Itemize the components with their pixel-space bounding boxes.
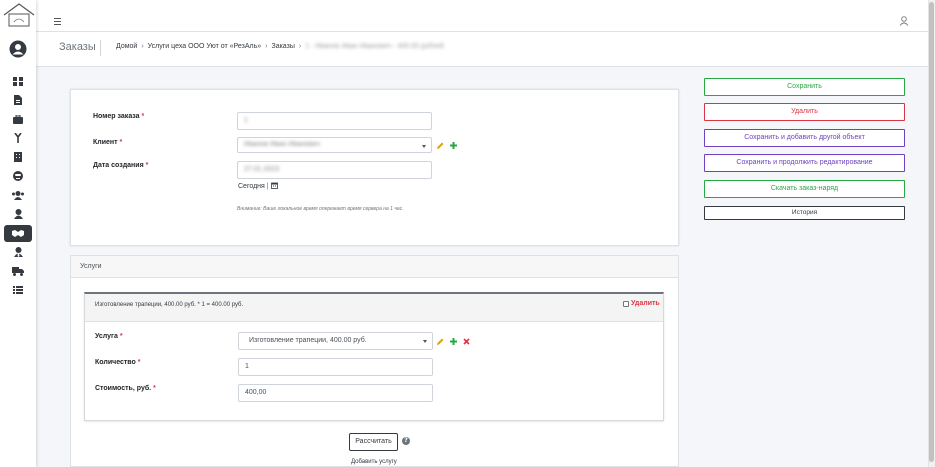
service-select[interactable]: Изготовление трапеции, 400.00 руб. — [238, 332, 433, 350]
add-plus-icon[interactable] — [450, 142, 457, 149]
chevron-down-icon — [422, 145, 426, 148]
chevron-down-icon — [423, 340, 427, 343]
help-icon[interactable]: ? — [402, 437, 410, 445]
list-icon[interactable] — [0, 282, 36, 298]
order-number-label: Номер заказа * — [93, 113, 145, 120]
service-inline-header: Изготовление трапеции, 400.00 руб. * 1 =… — [85, 294, 663, 322]
quantity-input[interactable]: 1 — [238, 358, 433, 376]
today-shortcut: Сегодня | — [238, 182, 278, 191]
quantity-label: Количество * — [95, 359, 141, 366]
history-button[interactable]: История — [704, 206, 905, 220]
services-header: Услуги — [70, 255, 679, 278]
save-button[interactable]: Сохранить — [704, 78, 905, 96]
download-work-order-button[interactable]: Скачать заказ-наряд — [704, 180, 905, 198]
cost-label: Стоимость, руб. * — [95, 385, 156, 392]
created-date-input[interactable]: 27.01.2023 — [237, 161, 432, 179]
order-number-input[interactable]: 1 — [237, 112, 432, 130]
breadcrumb: Домой › Услуги цеха ООО Уют от «РезАль» › За… — [116, 43, 444, 50]
face-icon[interactable] — [0, 168, 36, 184]
delete-button[interactable]: Удалить — [704, 103, 905, 121]
add-service-link[interactable]: Добавить услугу — [351, 459, 397, 465]
drill-icon[interactable] — [0, 130, 36, 146]
cost-input[interactable]: 400,00 — [238, 384, 433, 402]
users-icon[interactable] — [0, 187, 36, 203]
today-link[interactable]: Сегодня — [238, 183, 265, 190]
breadcrumb-separator: › — [265, 43, 268, 50]
service-label: Услуга * — [95, 333, 123, 340]
user-icon[interactable] — [0, 206, 36, 222]
file-icon[interactable] — [0, 92, 36, 108]
save-and-continue-button[interactable]: Сохранить и продолжить редактирование — [704, 154, 905, 172]
calculate-button[interactable]: Рассчитать — [349, 433, 398, 451]
calendar-icon[interactable] — [270, 182, 278, 191]
scrollbar-thumb[interactable] — [929, 2, 934, 462]
breadcrumb-current: 1 - Иванов Иван Иванович - 400.00 рублей — [305, 43, 444, 50]
breadcrumb-separator: › — [141, 43, 144, 50]
delete-label: Удалить — [631, 300, 660, 307]
user-circle-icon[interactable] — [9, 40, 27, 58]
top-navbar — [36, 0, 928, 32]
add-plus-icon[interactable] — [450, 338, 457, 345]
checkbox-icon[interactable] — [623, 300, 629, 307]
timezone-warning: Внимание: Ваше локальное время опережает… — [237, 206, 404, 212]
dashboard-icon[interactable] — [0, 73, 36, 89]
breadcrumb-orders[interactable]: Заказы — [271, 43, 294, 50]
briefcase-icon[interactable] — [0, 111, 36, 127]
user-icon[interactable] — [899, 11, 909, 26]
content-header: Заказы Домой › Услуги цеха ООО Уют от «Рез… — [36, 32, 928, 67]
services-title: Услуги — [80, 263, 102, 270]
building-icon[interactable] — [0, 149, 36, 165]
title-divider — [100, 40, 101, 56]
today-separator: | — [266, 183, 269, 190]
edit-pencil-icon[interactable] — [437, 338, 444, 345]
sidebar — [0, 0, 36, 467]
client-label: Клиент * — [93, 139, 123, 146]
client-select[interactable]: Иванов Иван Иванович — [237, 137, 432, 153]
breadcrumb-separator: › — [298, 43, 302, 50]
service-inline-title: Изготовление трапеции, 400.00 руб. * 1 =… — [95, 302, 244, 308]
house-logo-icon[interactable] — [2, 2, 36, 28]
created-date-label: Дата создания * — [93, 162, 149, 169]
breadcrumb-app[interactable]: Услуги цеха ООО Уют от «РезАль» — [148, 43, 261, 50]
remove-x-icon[interactable] — [463, 338, 470, 345]
page-title: Заказы — [59, 41, 96, 53]
breadcrumb-home[interactable]: Домой — [116, 43, 137, 50]
edit-pencil-icon[interactable] — [437, 142, 444, 149]
delete-checkbox[interactable]: Удалить — [623, 300, 660, 307]
user-tie-icon[interactable] — [0, 244, 36, 260]
save-and-add-button[interactable]: Сохранить и добавить другой объект — [704, 129, 905, 147]
handshake-icon[interactable] — [4, 225, 32, 242]
hamburger-icon[interactable] — [54, 11, 64, 25]
truck-icon[interactable] — [0, 263, 36, 279]
